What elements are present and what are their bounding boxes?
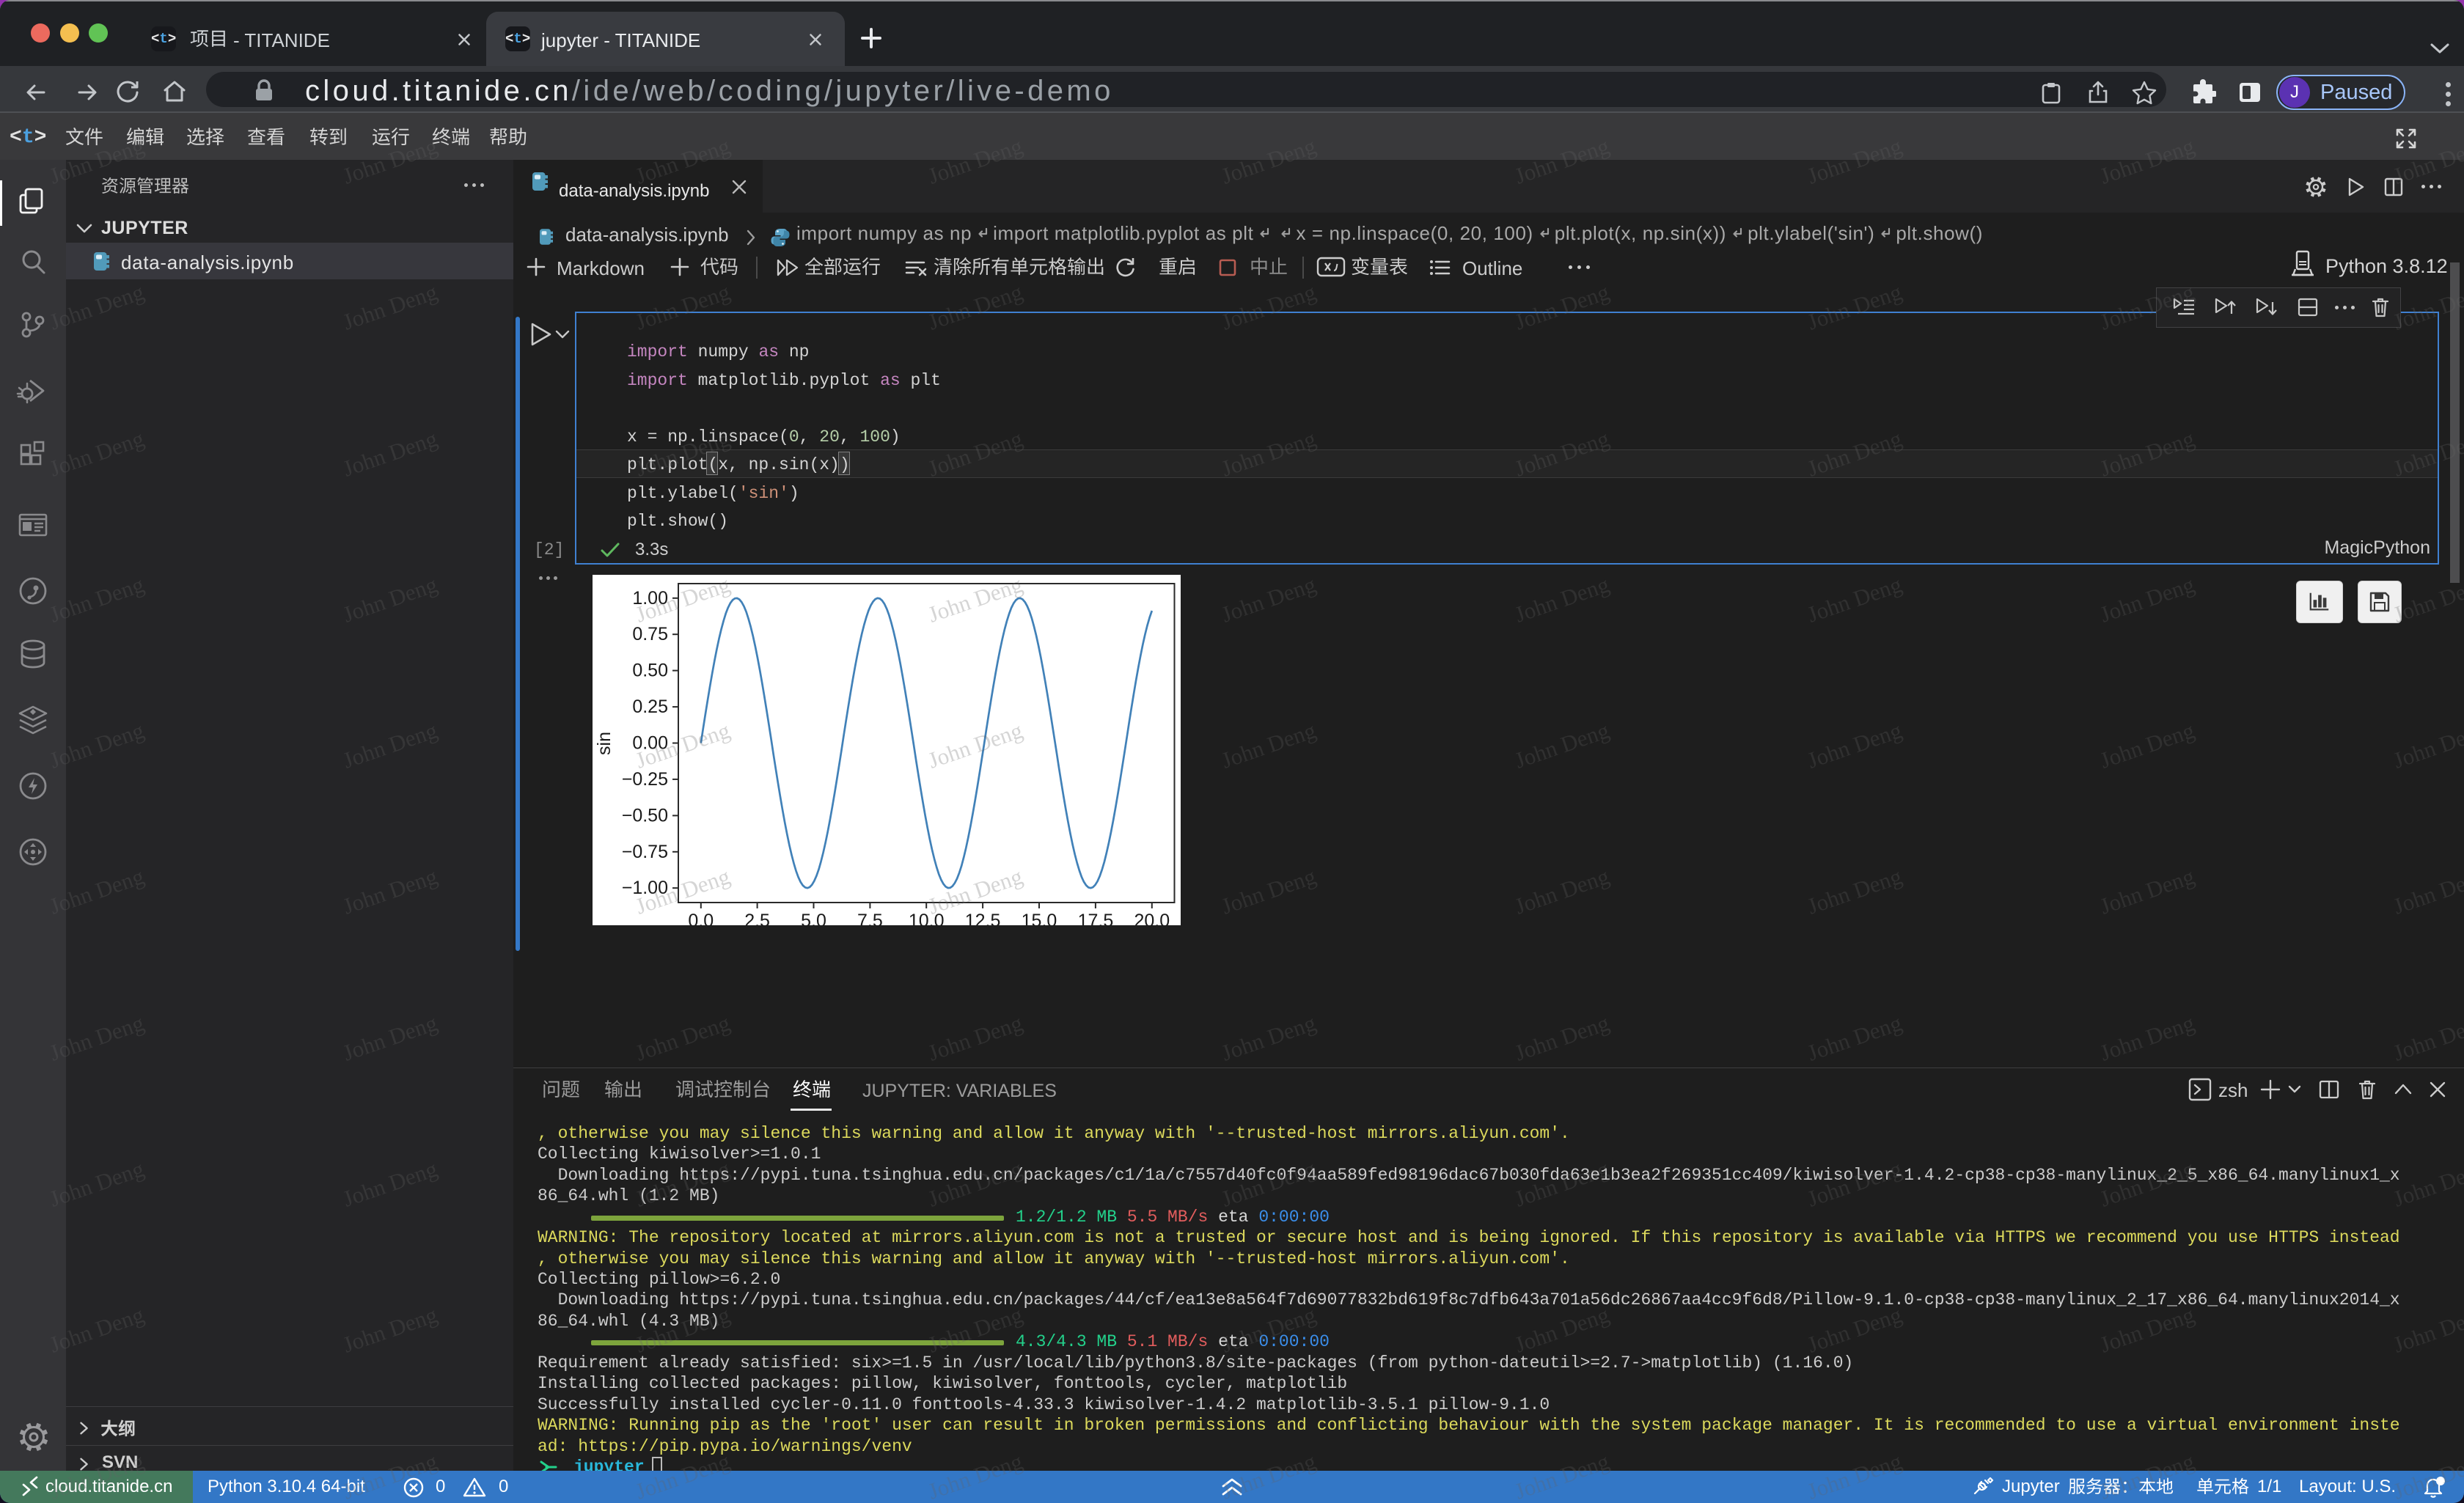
svg-text:John Deng: John Deng [1804, 717, 1905, 773]
svg-text:John Deng: John Deng [1804, 1301, 1905, 1358]
svg-text:John Deng: John Deng [2390, 863, 2464, 919]
svg-text:15.0: 15.0 [1022, 911, 1057, 925]
svg-text:John Deng: John Deng [2390, 1010, 2464, 1066]
svg-text:12.5: 12.5 [965, 911, 1001, 925]
svg-text:John Deng: John Deng [2097, 1010, 2198, 1066]
svg-text:John Deng: John Deng [1511, 571, 1613, 628]
svg-text:1.00: 1.00 [632, 588, 668, 609]
svg-text:−0.75: −0.75 [622, 842, 668, 862]
svg-text:John Deng: John Deng [1804, 863, 1905, 919]
svg-text:John Deng: John Deng [2097, 571, 2198, 628]
svg-text:sin: sin [594, 732, 615, 755]
svg-text:John Deng: John Deng [1511, 863, 1613, 919]
svg-text:John Deng: John Deng [1218, 571, 1319, 628]
svg-text:10.0: 10.0 [909, 911, 945, 925]
svg-text:0.0: 0.0 [688, 911, 714, 925]
svg-text:John Deng: John Deng [2097, 717, 2198, 773]
svg-text:John Deng: John Deng [632, 1010, 733, 1066]
svg-text:John Deng: John Deng [1218, 717, 1319, 773]
svg-text:John Deng: John Deng [925, 1301, 1026, 1358]
svg-text:John Deng: John Deng [1511, 1301, 1613, 1358]
svg-text:0.00: 0.00 [632, 733, 668, 754]
svg-text:0.50: 0.50 [632, 661, 668, 681]
svg-text:0.75: 0.75 [632, 624, 668, 644]
svg-text:John Deng: John Deng [1218, 1010, 1319, 1066]
svg-text:−1.00: −1.00 [622, 878, 668, 898]
svg-text:John Deng: John Deng [2390, 1301, 2464, 1358]
svg-text:5.0: 5.0 [801, 911, 826, 925]
svg-text:John Deng: John Deng [925, 1010, 1026, 1066]
svg-text:John Deng: John Deng [1218, 863, 1319, 919]
svg-text:John Deng: John Deng [2390, 717, 2464, 773]
svg-text:John Deng: John Deng [1804, 571, 1905, 628]
svg-text:John Deng: John Deng [1511, 717, 1613, 773]
svg-text:John Deng: John Deng [2097, 863, 2198, 919]
svg-text:7.5: 7.5 [857, 911, 883, 925]
svg-text:John Deng: John Deng [1511, 1010, 1613, 1066]
svg-text:2.5: 2.5 [744, 911, 770, 925]
svg-text:John Deng: John Deng [2390, 1155, 2464, 1212]
svg-text:0.25: 0.25 [632, 697, 668, 717]
svg-text:17.5: 17.5 [1078, 911, 1114, 925]
svg-text:John Deng: John Deng [1804, 1010, 1905, 1066]
svg-text:John Deng: John Deng [2097, 1301, 2198, 1358]
svg-text:−0.25: −0.25 [622, 769, 668, 790]
svg-text:20.0: 20.0 [1134, 911, 1170, 925]
svg-text:−0.50: −0.50 [622, 805, 668, 826]
